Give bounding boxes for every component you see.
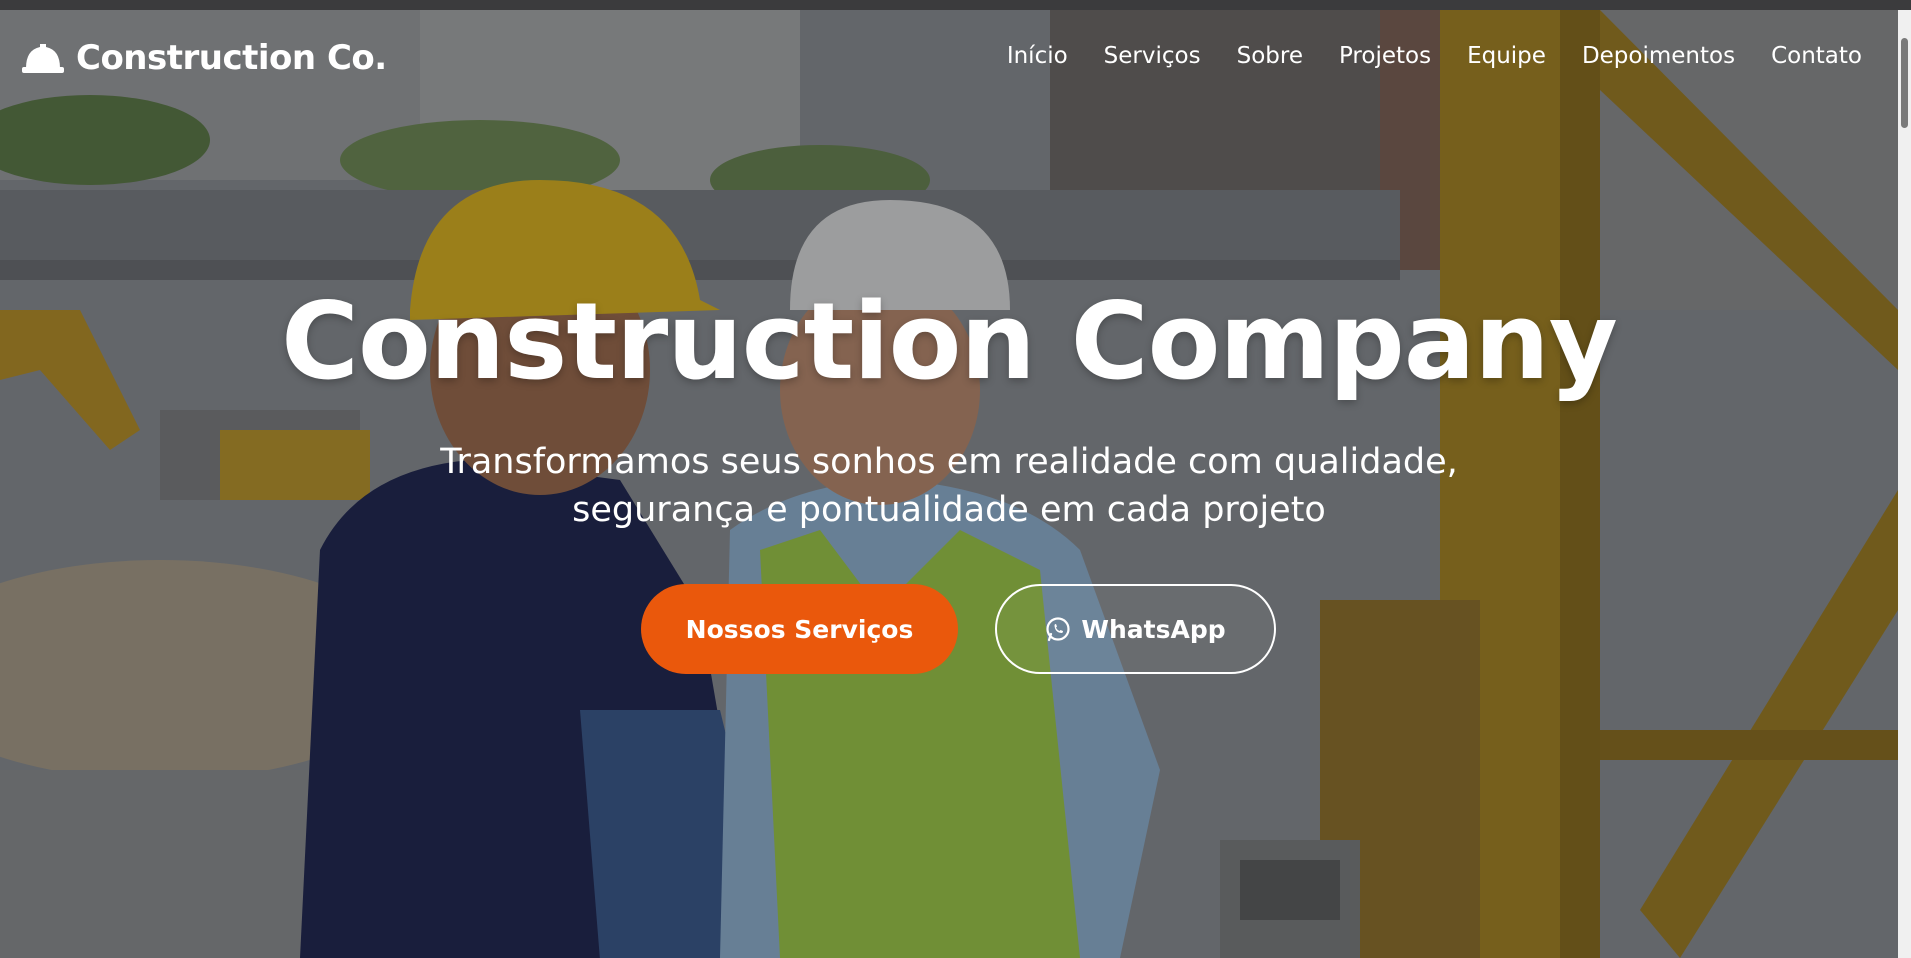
navbar: Construction Co. Início Serviços Sobre P…: [0, 10, 1898, 106]
services-button[interactable]: Nossos Serviços: [641, 584, 958, 674]
window-top-bar: [0, 0, 1911, 10]
whatsapp-button-label: WhatsApp: [1081, 614, 1226, 644]
hero-title: Construction Company: [281, 280, 1618, 403]
scrollbar-thumb[interactable]: [1901, 38, 1908, 128]
brand-logo-link[interactable]: Construction Co.: [22, 38, 387, 78]
nav-link-depoimentos[interactable]: Depoimentos: [1582, 43, 1735, 69]
hard-hat-icon: [22, 44, 64, 73]
nav-menu: Início Serviços Sobre Projetos Equipe De…: [1007, 43, 1862, 69]
whatsapp-icon: [1046, 617, 1070, 642]
nav-link-equipe[interactable]: Equipe: [1467, 43, 1546, 69]
page-scrollbar[interactable]: [1898, 10, 1911, 958]
browser-viewport: Construction Co. Início Serviços Sobre P…: [0, 0, 1911, 958]
nav-link-inicio[interactable]: Início: [1007, 43, 1068, 69]
whatsapp-button[interactable]: WhatsApp: [995, 584, 1276, 674]
brand-name: Construction Co.: [76, 38, 387, 78]
hero-subtitle: Transformamos seus sonhos em realidade c…: [380, 438, 1518, 534]
nav-link-sobre[interactable]: Sobre: [1237, 43, 1303, 69]
nav-link-servicos[interactable]: Serviços: [1104, 43, 1201, 69]
nav-link-projetos[interactable]: Projetos: [1339, 43, 1431, 69]
nav-link-contato[interactable]: Contato: [1771, 43, 1862, 69]
hero-subtitle-line-2: segurança e pontualidade em cada projeto: [572, 490, 1326, 530]
hero-subtitle-line-1: Transformamos seus sonhos em realidade c…: [440, 442, 1458, 482]
